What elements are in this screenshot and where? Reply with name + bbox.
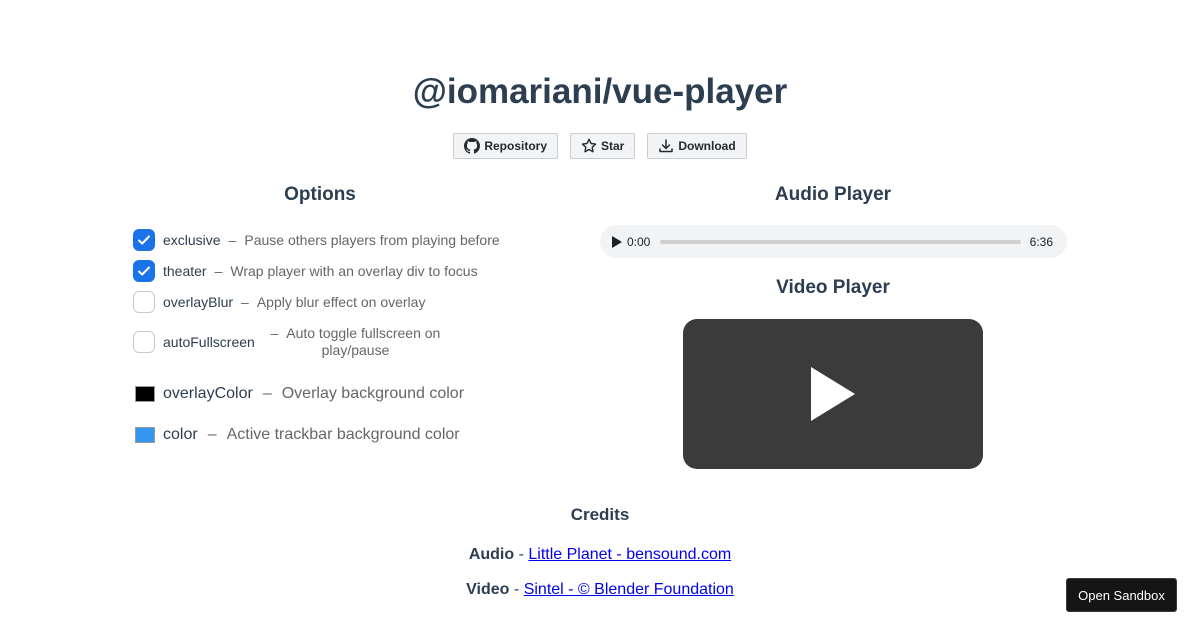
option-color: color – Active trackbar background color [135,426,460,444]
credit-video: Video - Sintel - © Blender Foundation [0,581,1200,599]
credits-title: Credits [570,505,630,524]
separator: - [518,546,524,563]
separator: – [207,426,217,443]
option-name: autoFullscreen [163,334,255,350]
audio-duration: 6:36 [1029,234,1053,249]
separator: – [241,294,249,310]
video-credit-link[interactable]: Sintel - © Blender Foundation [524,581,734,598]
option-name: overlayColor [163,385,253,402]
star-button[interactable]: Star [570,133,636,159]
option-exclusive: exclusive – Pause others players from pl… [133,229,500,251]
play-icon[interactable] [612,235,622,248]
overlay-blur-checkbox[interactable] [133,291,155,313]
video-player-title: Video Player [776,277,890,298]
separator: – [228,232,237,248]
option-name: theater [163,263,207,279]
separator: – [262,385,272,402]
download-icon [658,138,674,154]
github-icon [464,138,481,154]
option-theater: theater – Wrap player with an overlay di… [133,260,478,282]
star-icon [581,138,597,154]
credit-label: Video [466,581,510,598]
check-icon [138,266,150,276]
option-description: – Auto toggle fullscreen on play/pause [270,325,441,358]
option-name: overlayBlur [163,294,234,310]
check-icon [138,235,150,245]
open-sandbox-button[interactable]: Open Sandbox [1066,578,1177,612]
audio-seek-bar[interactable] [660,239,1021,244]
separator: - [513,581,520,598]
separator: – [270,325,279,341]
header-buttons: Repository Star Download [0,133,1200,159]
option-description: Wrap player with an overlay div to focus [230,263,478,279]
download-label: Download [678,139,736,153]
separator: – [214,263,223,279]
download-button[interactable]: Download [647,133,747,159]
options-title: Options [284,184,356,205]
audio-player-title: Audio Player [774,184,892,205]
repository-label: Repository [484,139,547,153]
color-picker[interactable] [135,427,155,443]
option-name: exclusive [163,232,221,248]
credit-audio: Audio - Little Planet - bensound.com [0,546,1200,564]
option-name: color [163,426,198,443]
option-description: Overlay background color [281,385,465,402]
repository-button[interactable]: Repository [453,133,558,159]
auto-fullscreen-checkbox[interactable] [133,331,155,353]
play-icon[interactable] [809,366,857,422]
credit-label: Audio [468,546,515,563]
audio-credit-link[interactable]: Little Planet - bensound.com [528,546,731,563]
option-overlay-blur: overlayBlur – Apply blur effect on overl… [133,291,425,313]
option-description: Active trackbar background color [226,426,460,443]
option-description: Pause others players from playing before [244,232,500,248]
page-title: @iomariani/vue-player [412,72,788,111]
option-description: Apply blur effect on overlay [256,294,426,310]
audio-current-time: 0:00 [627,234,651,249]
audio-player: 0:00 6:36 [600,225,1067,258]
star-label: Star [601,139,625,153]
theater-checkbox[interactable] [133,260,155,282]
option-auto-fullscreen: autoFullscreen – Auto toggle fullscreen … [133,325,448,359]
video-player[interactable] [683,319,983,469]
exclusive-checkbox[interactable] [133,229,155,251]
overlay-color-picker[interactable] [135,386,155,402]
option-overlay-color: overlayColor – Overlay background color [135,385,464,403]
